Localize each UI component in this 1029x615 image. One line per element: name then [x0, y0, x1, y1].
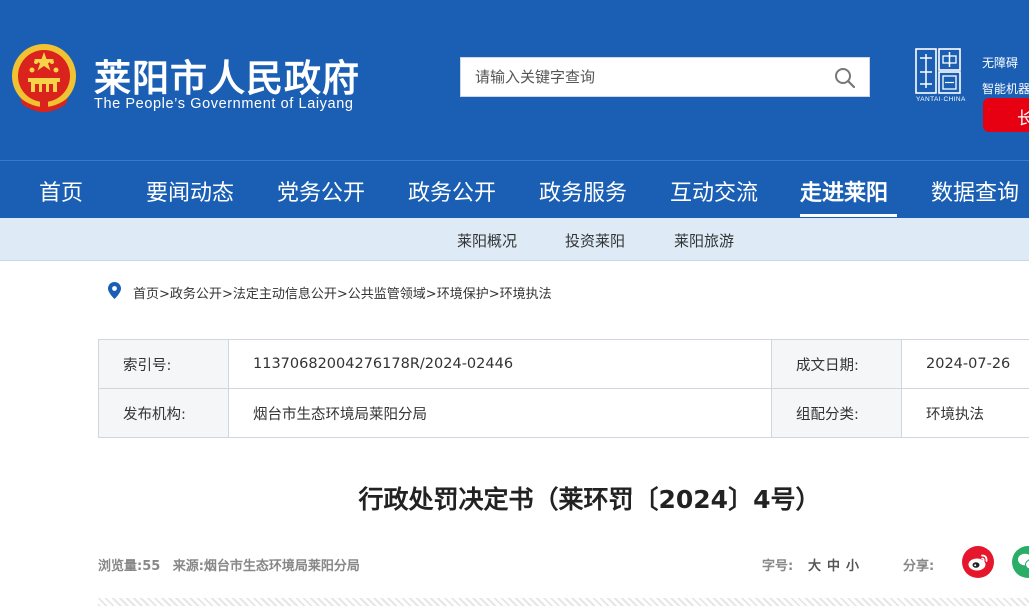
wechat-share-button[interactable] [1012, 546, 1029, 578]
nav-item-party-affairs[interactable]: 党务公开 [277, 175, 365, 207]
index-value: 11370682004276178R/2024-02446 [228, 339, 772, 389]
table-row: 索引号: 11370682004276178R/2024-02446 成文日期:… [98, 339, 1029, 389]
breadcrumb-home[interactable]: 首页 [133, 287, 159, 302]
subnav-item-tourism[interactable]: 莱阳旅游 [674, 230, 734, 251]
category-label: 组配分类: [771, 388, 902, 438]
search-box [460, 57, 870, 97]
source-value: 烟台市生态环境局莱阳分局 [203, 559, 360, 574]
date-label: 成文日期: [771, 339, 902, 389]
subnav-item-overview[interactable]: 莱阳概况 [457, 230, 517, 251]
font-size-label: 字号: [762, 559, 794, 574]
breadcrumb-separator: > [336, 287, 348, 302]
nav-item-data-query[interactable]: 数据查询 [931, 175, 1019, 207]
yantai-logo-caption: YANTAI·CHINA [916, 96, 966, 103]
breadcrumb: 首页>政务公开>法定主动信息公开>公共监管领域>环境保护>环境执法 [133, 283, 552, 302]
font-size-small[interactable]: 小 [846, 555, 859, 574]
national-emblem-icon[interactable] [10, 42, 78, 114]
sub-nav: 莱阳概况 投资莱阳 莱阳旅游 [0, 218, 1029, 261]
breadcrumb-gov-affairs[interactable]: 政务公开 [170, 287, 222, 302]
nav-item-interaction[interactable]: 互动交流 [670, 175, 758, 207]
document-info-bar: 浏览量:55 来源:烟台市生态环境局莱阳分局 [98, 555, 360, 574]
location-pin-icon [108, 282, 121, 299]
breadcrumb-enforcement[interactable]: 环境执法 [500, 287, 552, 302]
nav-item-news[interactable]: 要闻动态 [146, 175, 234, 207]
views-label: 浏览量: [98, 559, 143, 574]
robot-link[interactable]: 智能机器人 [982, 80, 1029, 97]
site-title[interactable]: 莱阳市人民政府 [94, 48, 360, 102]
weibo-share-button[interactable] [962, 546, 994, 578]
red-action-button[interactable]: 长 [983, 98, 1029, 132]
search-input[interactable] [475, 58, 815, 96]
accessibility-link[interactable]: 无障碍 [982, 54, 1018, 71]
weibo-icon [968, 554, 988, 571]
breadcrumb-statutory-disclosure[interactable]: 法定主动信息公开 [233, 287, 337, 302]
nav-active-indicator [800, 214, 897, 217]
source-label: 来源: [172, 559, 204, 574]
font-size-medium[interactable]: 中 [827, 555, 840, 574]
nav-item-gov-services[interactable]: 政务服务 [539, 175, 627, 207]
search-icon[interactable] [833, 66, 857, 90]
category-value: 环境执法 [901, 388, 1029, 438]
site-header: 莱阳市人民政府 The People’s Government of Laiya… [0, 0, 1029, 160]
views-count: 55 [142, 559, 161, 574]
nav-item-gov-affairs[interactable]: 政务公开 [408, 175, 496, 207]
document-title: 行政处罚决定书（莱环罚〔2024〕4号） [358, 485, 821, 514]
nav-item-about-laiyang[interactable]: 走进莱阳 [800, 175, 888, 207]
table-row: 发布机构: 烟台市生态环境局莱阳分局 组配分类: 环境执法 [98, 388, 1029, 438]
index-label: 索引号: [98, 339, 229, 389]
org-value: 烟台市生态环境局莱阳分局 [228, 388, 772, 438]
content-divider [98, 598, 1029, 606]
nav-item-home[interactable]: 首页 [39, 175, 83, 207]
breadcrumb-separator: > [159, 287, 170, 302]
site-subtitle: The People’s Government of Laiyang [94, 96, 354, 112]
date-value: 2024-07-26 [901, 339, 1029, 389]
breadcrumb-public-supervision[interactable]: 公共监管领域 [348, 287, 426, 302]
subnav-item-invest[interactable]: 投资莱阳 [565, 230, 625, 251]
breadcrumb-separator: > [425, 287, 437, 302]
font-size-large[interactable]: 大 [808, 555, 821, 574]
breadcrumb-separator: > [488, 287, 500, 302]
document-meta-table: 索引号: 11370682004276178R/2024-02446 成文日期:… [98, 339, 1029, 438]
org-label: 发布机构: [98, 388, 229, 438]
main-nav: 首页 要闻动态 党务公开 政务公开 政务服务 互动交流 走进莱阳 数据查询 [0, 160, 1029, 218]
wechat-icon [1018, 553, 1029, 570]
breadcrumb-environment[interactable]: 环境保护 [437, 287, 489, 302]
breadcrumb-separator: > [221, 287, 233, 302]
share-label: 分享: [903, 559, 935, 574]
